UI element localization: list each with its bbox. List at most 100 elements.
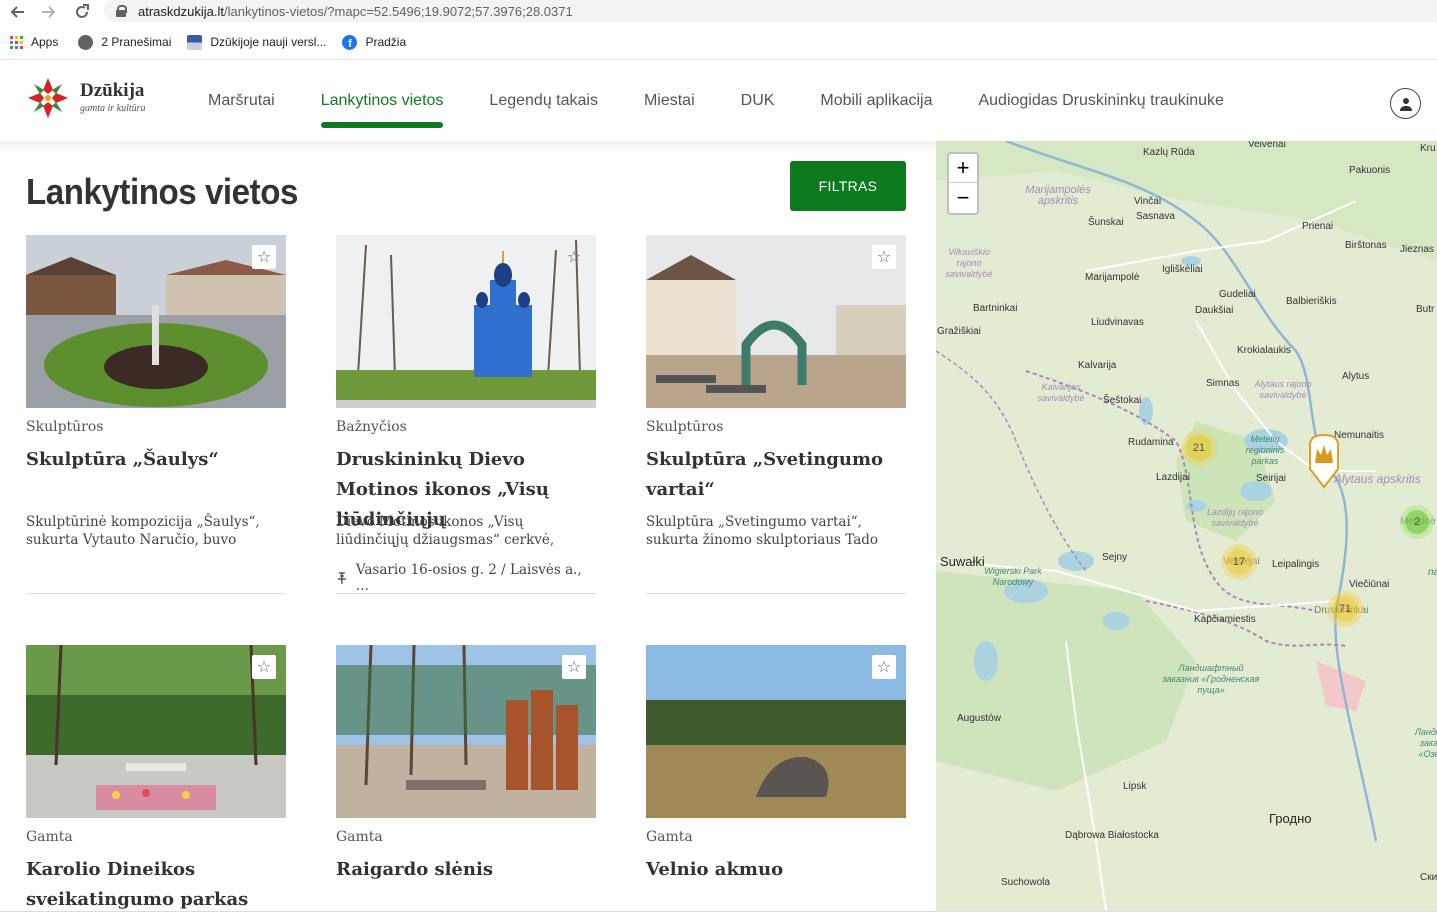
place-title[interactable]: Skulptūra „Svetingumo vartai“ bbox=[646, 445, 906, 505]
map-label: Pakuonis bbox=[1349, 165, 1391, 176]
map-label: Birštonas bbox=[1345, 240, 1387, 251]
place-description: Skulptūra „Svetingumo vartai“, sukurta ž… bbox=[646, 514, 879, 548]
bookmark-label: Pradžia bbox=[365, 35, 407, 49]
zoom-in-button[interactable]: + bbox=[949, 154, 977, 183]
bookmark-label: Apps bbox=[31, 35, 59, 49]
favorite-star-icon[interactable]: ☆ bbox=[562, 245, 586, 269]
bookmark-dzukijoje[interactable]: Dzūkijoje nauji versl... bbox=[187, 34, 326, 50]
globe-icon bbox=[78, 34, 94, 50]
map-location-pin-icon[interactable] bbox=[1308, 433, 1340, 489]
place-image[interactable]: ☆ bbox=[336, 645, 596, 818]
place-category: Gamta bbox=[336, 829, 383, 845]
map-label: Kazlų Rūda bbox=[1143, 147, 1195, 158]
zoom-out-button[interactable]: − bbox=[949, 183, 977, 212]
lock-icon bbox=[116, 5, 127, 17]
map-cluster-marker[interactable]: 71 bbox=[1332, 596, 1358, 622]
bookmark-pranesimai[interactable]: 2 Pranešimai bbox=[78, 34, 171, 50]
nav-item-lankytinos-vietos[interactable]: Lankytinos vietos bbox=[320, 60, 443, 141]
place-image[interactable]: ☆ bbox=[26, 235, 286, 408]
place-image[interactable]: ☆ bbox=[646, 645, 906, 818]
place-category: Skulptūros bbox=[646, 419, 724, 435]
nav-item-duk[interactable]: DUK bbox=[741, 60, 775, 141]
logo-name[interactable]: Dzūkija bbox=[80, 80, 144, 102]
map-label: Krokialaukis bbox=[1237, 345, 1291, 356]
map-region-label: Vilkaviškio rajono savivaldybė bbox=[945, 247, 993, 279]
place-image[interactable]: ☆ bbox=[26, 645, 286, 818]
place-title[interactable]: Skulptūra „Šaulys“ bbox=[26, 445, 286, 505]
favorite-star-icon[interactable]: ☆ bbox=[872, 245, 896, 269]
place-title[interactable]: Druskininkų Dievo Motinos ikonos „Visų l… bbox=[336, 445, 596, 530]
place-title[interactable]: Karolio Dineikos sveikatingumo parkas bbox=[26, 855, 286, 915]
place-address-text: Vasario 16-osios g. 2 / Laisvės a., ... bbox=[355, 562, 582, 594]
place-title[interactable]: Raigardo slėnis bbox=[336, 855, 596, 915]
user-account-button[interactable] bbox=[1390, 88, 1421, 119]
favorite-star-icon[interactable]: ☆ bbox=[562, 655, 586, 679]
place-category: Gamta bbox=[26, 829, 73, 845]
map-label: Leipalingis bbox=[1272, 559, 1320, 570]
filter-button[interactable]: FILTRAS bbox=[790, 161, 906, 211]
map-cluster-marker[interactable]: 21 bbox=[1186, 435, 1212, 461]
map-label: Igliškėliai bbox=[1162, 264, 1203, 275]
nav-item-marsrutai[interactable]: Maršrutai bbox=[208, 60, 275, 141]
favorite-star-icon[interactable]: ☆ bbox=[872, 655, 896, 679]
map-label: Prienai bbox=[1302, 221, 1334, 232]
favorite-star-icon[interactable]: ☆ bbox=[252, 245, 276, 269]
nav-item-legendu-takais[interactable]: Legendų takais bbox=[489, 60, 598, 141]
map-label: Ски bbox=[1420, 872, 1437, 883]
map-label: Bartninkai bbox=[973, 303, 1018, 314]
dzukija-logo[interactable] bbox=[26, 76, 70, 120]
map-region-label: Wigierski Park Narodowy bbox=[984, 566, 1042, 587]
nav-item-mobili-aplikacija[interactable]: Mobili aplikacija bbox=[820, 60, 932, 141]
map-region-label: Ландш зака «Озе bbox=[1414, 727, 1437, 759]
place-card[interactable]: ☆ Skulptūros Skulptūra „Šaulys“ Skulptūr… bbox=[26, 235, 286, 594]
nav-item-audiogidas[interactable]: Audiogidas Druskininkų traukinuke bbox=[978, 60, 1223, 141]
place-title[interactable]: Velnio akmuo bbox=[646, 855, 906, 915]
map-label: Gudeliai bbox=[1219, 289, 1256, 300]
map-region-label: Metelių regioninis parkas bbox=[1245, 434, 1285, 466]
place-card[interactable]: ☆ Gamta Karolio Dineikos sveikatingumo p… bbox=[26, 645, 286, 915]
map-label: Lazdijai bbox=[1156, 472, 1190, 483]
place-card[interactable]: ☆ Gamta Velnio akmuo bbox=[646, 645, 906, 915]
image-icon bbox=[187, 34, 203, 50]
bookmark-pradzia[interactable]: f Pradžia bbox=[342, 34, 407, 50]
place-card[interactable]: ☆ Gamta Raigardo slėnis bbox=[336, 645, 596, 915]
place-category: Bažnyčios bbox=[336, 419, 407, 435]
map-label: Suchowola bbox=[1001, 877, 1050, 888]
map-background[interactable] bbox=[936, 141, 1437, 911]
map-label: Šunskai bbox=[1088, 217, 1124, 228]
place-address: Vasario 16-osios g. 2 / Laisvės a., ... bbox=[336, 562, 596, 594]
map-label: Seirijai bbox=[1256, 473, 1287, 484]
map-label: Kru bbox=[1420, 143, 1436, 154]
place-image[interactable]: ☆ bbox=[646, 235, 906, 408]
page-title: Lankytinos vietos bbox=[26, 171, 298, 212]
map-label: na bbox=[1428, 567, 1437, 578]
map-label: Jieznas bbox=[1400, 244, 1434, 255]
place-card[interactable]: ☆ Skulptūros Skulptūra „Svetingumo varta… bbox=[646, 235, 906, 594]
map-label: Viečiūnai bbox=[1349, 579, 1390, 590]
nav-item-miestai[interactable]: Miestai bbox=[644, 60, 695, 141]
address-bar[interactable]: atraskdzukija.lt/lankytinos-vietos/?mapc… bbox=[104, 0, 1437, 22]
map-panel[interactable]: + − Kazlų Rūda Veiveriai Pakuonis Vinčai… bbox=[936, 141, 1437, 911]
map-label: Gražiškiai bbox=[937, 326, 981, 337]
map-label: Kapčiamiestis bbox=[1194, 614, 1256, 625]
facebook-icon: f bbox=[342, 34, 358, 50]
forward-arrow-icon[interactable] bbox=[38, 2, 58, 22]
map-label: Rudamina bbox=[1128, 437, 1174, 448]
back-arrow-icon[interactable] bbox=[8, 2, 28, 22]
reload-icon[interactable] bbox=[72, 2, 92, 22]
map-label: Daukšiai bbox=[1195, 305, 1234, 316]
url-path: /lankytinos-vietos/?mapc=52.5496;19.9072… bbox=[223, 3, 573, 19]
bookmark-apps[interactable]: Apps bbox=[10, 35, 58, 49]
map-cluster-marker[interactable]: 2 bbox=[1405, 510, 1429, 534]
map-label: Šeštokai bbox=[1103, 395, 1142, 406]
map-label: Simnas bbox=[1206, 378, 1240, 389]
map-cluster-marker[interactable]: 17 bbox=[1226, 549, 1252, 575]
place-image[interactable]: ☆ bbox=[336, 235, 596, 408]
map-label: Kalvarija bbox=[1078, 360, 1117, 371]
user-icon bbox=[1399, 97, 1412, 111]
page-bottom-edge bbox=[0, 911, 1437, 918]
place-card[interactable]: ☆ Bažnyčios Druskininkų Dievo Motinos ik… bbox=[336, 235, 596, 594]
map-label: Augustów bbox=[957, 713, 1001, 724]
favorite-star-icon[interactable]: ☆ bbox=[252, 655, 276, 679]
place-category: Skulptūros bbox=[26, 419, 104, 435]
